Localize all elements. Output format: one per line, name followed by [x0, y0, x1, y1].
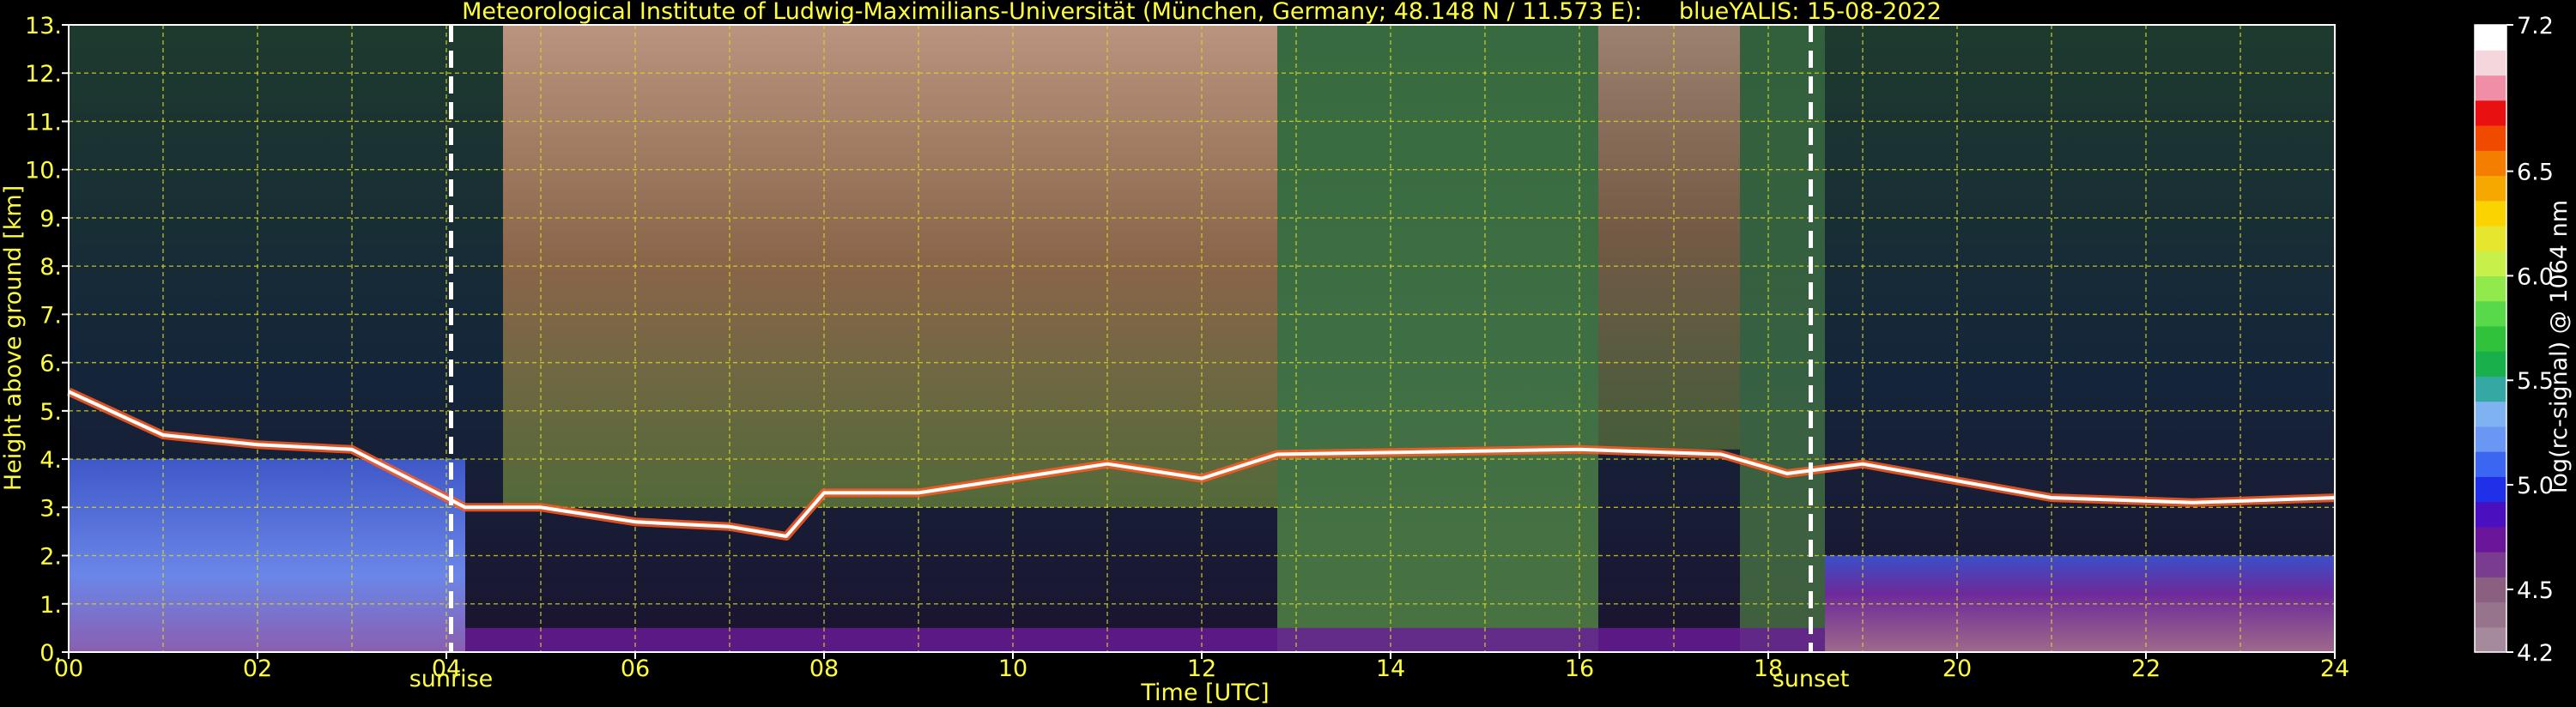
surface-layer: [465, 627, 1825, 652]
y-tick-label: 5.: [39, 399, 62, 426]
colorbar-tick-label: 7.2: [2517, 13, 2554, 39]
x-tick-label: 08: [809, 656, 839, 682]
colorbar-segment: [2475, 300, 2506, 327]
afternoon-noise-band: [1598, 25, 1740, 450]
colorbar-segment: [2475, 526, 2506, 553]
lidar-chart: sunrise sunset 0.1.2.3.4.5.6.7.8.9.10.11.…: [0, 0, 2573, 706]
colorbar-segment: [2475, 401, 2506, 427]
night-boundary-layer: [69, 459, 465, 652]
colorbar-segment: [2475, 75, 2506, 101]
x-tick-label: 04: [432, 656, 461, 682]
colorbar-segment: [2475, 476, 2506, 503]
colorbar-segment: [2475, 577, 2506, 603]
colorbar-segment: [2475, 325, 2506, 352]
x-tick-label: 02: [243, 656, 272, 682]
chart-title: Meteorological Institute of Ludwig-Maxim…: [462, 0, 1942, 25]
colorbar-tick-label: 4.5: [2517, 577, 2554, 604]
colorbar-segment: [2475, 150, 2506, 177]
x-tick-label: 20: [1943, 656, 1972, 682]
colorbar-segment: [2475, 50, 2506, 76]
x-axis-label: Time [UTC]: [1140, 680, 1269, 706]
midday-noise-band: [1277, 25, 1598, 652]
colorbar-segment: [2475, 601, 2506, 628]
y-tick-label: 13.: [25, 13, 62, 39]
colorbar-segment: [2475, 124, 2506, 151]
y-tick-label: 9.: [39, 206, 62, 233]
colorbar-segment: [2475, 251, 2506, 276]
colorbar-segment: [2475, 275, 2506, 302]
y-tick-label: 10.: [25, 158, 62, 184]
y-tick-label: 6.: [39, 351, 62, 378]
y-tick-label: 8.: [39, 254, 62, 281]
y-axis-label: Height above ground [km]: [0, 185, 27, 491]
colorbar-segment: [2475, 351, 2506, 377]
y-tick-label: 2.: [39, 544, 62, 571]
marker-sunset-label: sunset: [1773, 666, 1850, 692]
colorbar-segment: [2475, 426, 2506, 452]
x-tick-label: 06: [621, 656, 650, 682]
colorbar-segment: [2475, 552, 2506, 577]
colorbar-label: log(rc-signal) @ 1064 nm: [2546, 200, 2573, 493]
colorbar-segment: [2475, 100, 2506, 126]
colorbar-segment: [2475, 376, 2506, 402]
y-tick-label: 11.: [25, 109, 62, 136]
x-tick-label: 10: [998, 656, 1027, 682]
colorbar-segment: [2475, 501, 2506, 528]
colorbar-segment: [2475, 175, 2506, 202]
x-tick-label: 00: [54, 656, 83, 682]
colorbar-tick-label: 6.5: [2517, 160, 2554, 186]
y-tick-label: 12.: [25, 61, 62, 88]
x-tick-label: 18: [1754, 656, 1783, 682]
y-tick-label: 3.: [39, 495, 62, 522]
colorbar-segment: [2475, 200, 2506, 227]
colorbar-segment: [2475, 25, 2506, 51]
x-tick-label: 24: [2320, 656, 2349, 682]
y-tick-label: 4.: [39, 447, 62, 474]
colorbar-segment: [2475, 451, 2506, 477]
y-tick-label: 1.: [39, 592, 62, 619]
colorbar-segment: [2475, 225, 2506, 251]
x-tick-label: 14: [1376, 656, 1405, 682]
y-tick-label: 7.: [39, 302, 62, 329]
x-tick-label: 16: [1565, 656, 1594, 682]
x-tick-label: 12: [1187, 656, 1216, 682]
colorbar-tick-label: 4.2: [2517, 640, 2554, 667]
colorbar-segment: [2475, 626, 2506, 653]
x-tick-label: 22: [2131, 656, 2161, 682]
